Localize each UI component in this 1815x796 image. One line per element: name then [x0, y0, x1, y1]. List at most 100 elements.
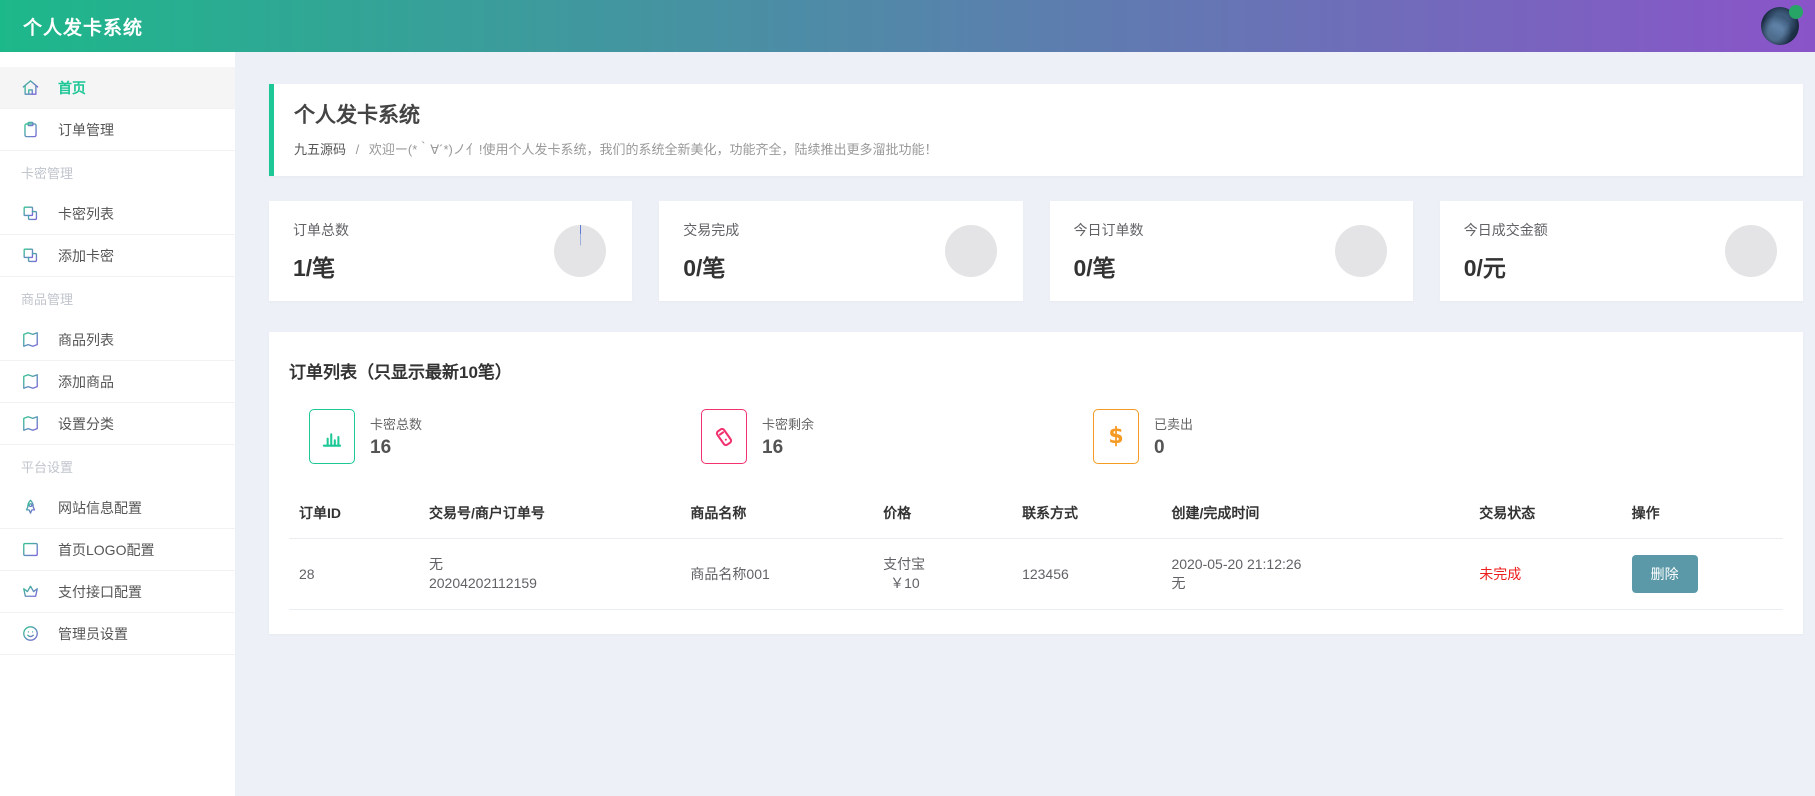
column-header: 价格 [873, 488, 1013, 539]
layout-icon [21, 540, 41, 560]
sidebar-item-label: 支付接口配置 [58, 583, 142, 600]
sidebar-item-label: 订单管理 [58, 121, 114, 138]
cell-price: 支付宝 ￥10 [873, 538, 1013, 610]
crown-icon [21, 582, 41, 602]
cell-action: 删除 [1621, 538, 1783, 610]
stat-label: 今日订单数 [1073, 221, 1144, 238]
stat-label: 订单总数 [293, 221, 349, 238]
column-header: 交易号/商户订单号 [418, 488, 681, 539]
orders-card: 订单列表（只显示最新10笔） 卡密总数 16 卡密剩余 16 $ 已卖出 0 订单ID 交易号… [269, 332, 1803, 634]
stats-row: 订单总数 1/笔 交易完成 0/笔 今日订单数 0/笔 今日成交金额 0/元 [269, 201, 1803, 301]
stat-value: 0/笔 [1073, 254, 1116, 281]
cell-product-name: 商品名称001 [680, 538, 874, 610]
sidebar-item-label: 管理员设置 [58, 625, 128, 642]
page: 个人发卡系统 首页订单管理卡密管理卡密列表添加卡密商品管理商品列表添加商品设置分… [0, 0, 1815, 796]
clipboard-icon [21, 120, 41, 140]
stat-value: 0/元 [1463, 254, 1506, 281]
app-title: 个人发卡系统 [23, 17, 144, 39]
stat-pie-chart [1725, 225, 1777, 277]
cell-trade-no: 无 20204202112159 [418, 538, 681, 610]
column-header: 联系方式 [1012, 488, 1162, 539]
mini-stat-value: 0 [1154, 437, 1165, 458]
cell-status: 未完成 [1469, 538, 1622, 610]
table-row: 28 无 20204202112159 商品名称001 支付宝 ￥10 123456 2020… [289, 538, 1783, 610]
stat-card-today-amount: 今日成交金额 0/元 [1439, 201, 1803, 301]
mini-stat-value: 16 [370, 437, 392, 458]
stat-label: 今日成交金额 [1463, 221, 1548, 238]
rocket-icon [21, 498, 41, 518]
stat-card-completed-trades: 交易完成 0/笔 [659, 201, 1023, 301]
sidebar-section-platform-settings: 平台设置 [0, 445, 235, 487]
sidebar-section-label: 卡密管理 [21, 165, 74, 181]
status-badge: 未完成 [1479, 565, 1522, 582]
column-header: 商品名称 [680, 488, 874, 539]
banner-title: 个人发卡系统 [294, 104, 420, 127]
sidebar-section-label: 平台设置 [21, 459, 74, 475]
cell-order-id: 28 [289, 538, 419, 610]
smiley-icon [21, 624, 41, 644]
sidebar-item-label: 添加卡密 [58, 247, 114, 264]
column-header: 操作 [1621, 488, 1783, 539]
separator: / [355, 142, 360, 157]
column-header: 交易状态 [1469, 488, 1622, 539]
sidebar-section-product-management: 商品管理 [0, 277, 235, 319]
mini-stat-label: 已卖出 [1154, 417, 1194, 432]
sidebar-item-product-list[interactable]: 商品列表 [0, 319, 235, 361]
sidebar-item-label: 首页LOGO配置 [58, 541, 155, 558]
book-icon [21, 414, 41, 434]
stat-pie-chart [944, 225, 997, 277]
delete-button[interactable]: 删除 [1631, 555, 1698, 593]
sidebar-item-label: 首页 [58, 79, 86, 96]
app-header: 个人发卡系统 [0, 0, 1815, 52]
stat-value: 0/笔 [683, 254, 726, 281]
sidebar-item-label: 添加商品 [58, 373, 114, 390]
sidebar-item-set-category[interactable]: 设置分类 [0, 403, 235, 445]
mini-stat-label: 卡密剩余 [762, 417, 815, 432]
bar-chart-icon [309, 409, 355, 464]
sidebar-item-label: 网站信息配置 [58, 499, 142, 516]
sidebar-item-site-info-config[interactable]: 网站信息配置 [0, 487, 235, 529]
mini-stat-sold-count: $ 已卖出 0 [1093, 409, 1485, 464]
cell-contact: 123456 [1012, 538, 1162, 610]
sidebar-item-add-card-key[interactable]: 添加卡密 [0, 235, 235, 277]
orders-table: 订单ID 交易号/商户订单号 商品名称 价格 联系方式 创建/完成时间 交易状态 操作 28 无… [289, 488, 1783, 610]
orders-title: 订单列表（只显示最新10笔） [289, 363, 512, 382]
sidebar-item-home-logo-config[interactable]: 首页LOGO配置 [0, 529, 235, 571]
welcome-message: 欢迎ー(*｀∀´*)ノ亻!使用个人发卡系统，我们的系统全新美化，功能齐全，陆续推… [368, 142, 938, 157]
sidebar-item-home[interactable]: 首页 [0, 67, 235, 109]
column-header: 订单ID [289, 488, 419, 539]
book-icon [21, 372, 41, 392]
cell-time: 2020-05-20 21:12:26 无 [1161, 538, 1470, 610]
sidebar-item-label: 卡密列表 [58, 205, 114, 222]
column-header: 创建/完成时间 [1161, 488, 1470, 539]
sidebar: 首页订单管理卡密管理卡密列表添加卡密商品管理商品列表添加商品设置分类平台设置网站… [0, 52, 235, 796]
stat-pie-chart [554, 225, 607, 277]
stat-card-total-orders: 订单总数 1/笔 [269, 201, 633, 301]
user-avatar[interactable] [1761, 5, 1803, 45]
stat-value: 1/笔 [293, 254, 336, 281]
table-header-row: 订单ID 交易号/商户订单号 商品名称 价格 联系方式 创建/完成时间 交易状态 操作 [289, 488, 1783, 539]
mini-stat-label: 卡密总数 [370, 417, 423, 432]
mini-stats: 卡密总数 16 卡密剩余 16 $ 已卖出 0 [289, 409, 1783, 464]
online-status-dot [1789, 5, 1803, 19]
mini-stat-card-keys-total: 卡密总数 16 [309, 409, 701, 464]
stat-card-today-orders: 今日订单数 0/笔 [1049, 201, 1413, 301]
main-content: 个人发卡系统 九五源码 / 欢迎ー(*｀∀´*)ノ亻!使用个人发卡系统，我们的系… [235, 52, 1815, 796]
home-icon [21, 78, 41, 98]
sidebar-item-card-key-list[interactable]: 卡密列表 [0, 193, 235, 235]
book-icon [21, 330, 41, 350]
sidebar-item-order-management[interactable]: 订单管理 [0, 109, 235, 151]
sidebar-section-label: 商品管理 [21, 291, 74, 307]
sidebar-item-payment-api-config[interactable]: 支付接口配置 [0, 571, 235, 613]
copy-icon [21, 246, 41, 266]
sidebar-item-label: 商品列表 [58, 331, 114, 348]
sidebar-item-add-product[interactable]: 添加商品 [0, 361, 235, 403]
layout: 首页订单管理卡密管理卡密列表添加卡密商品管理商品列表添加商品设置分类平台设置网站… [0, 52, 1815, 796]
sidebar-section-card-key-management: 卡密管理 [0, 151, 235, 193]
banner-subtitle: 九五源码 / 欢迎ー(*｀∀´*)ノ亻!使用个人发卡系统，我们的系统全新美化，功… [294, 139, 1783, 158]
dollar-icon: $ [1093, 409, 1139, 464]
brand-name: 九五源码 [294, 142, 347, 157]
sidebar-item-label: 设置分类 [58, 415, 114, 432]
sidebar-item-admin-settings[interactable]: 管理员设置 [0, 613, 235, 655]
stat-pie-chart [1334, 225, 1387, 277]
